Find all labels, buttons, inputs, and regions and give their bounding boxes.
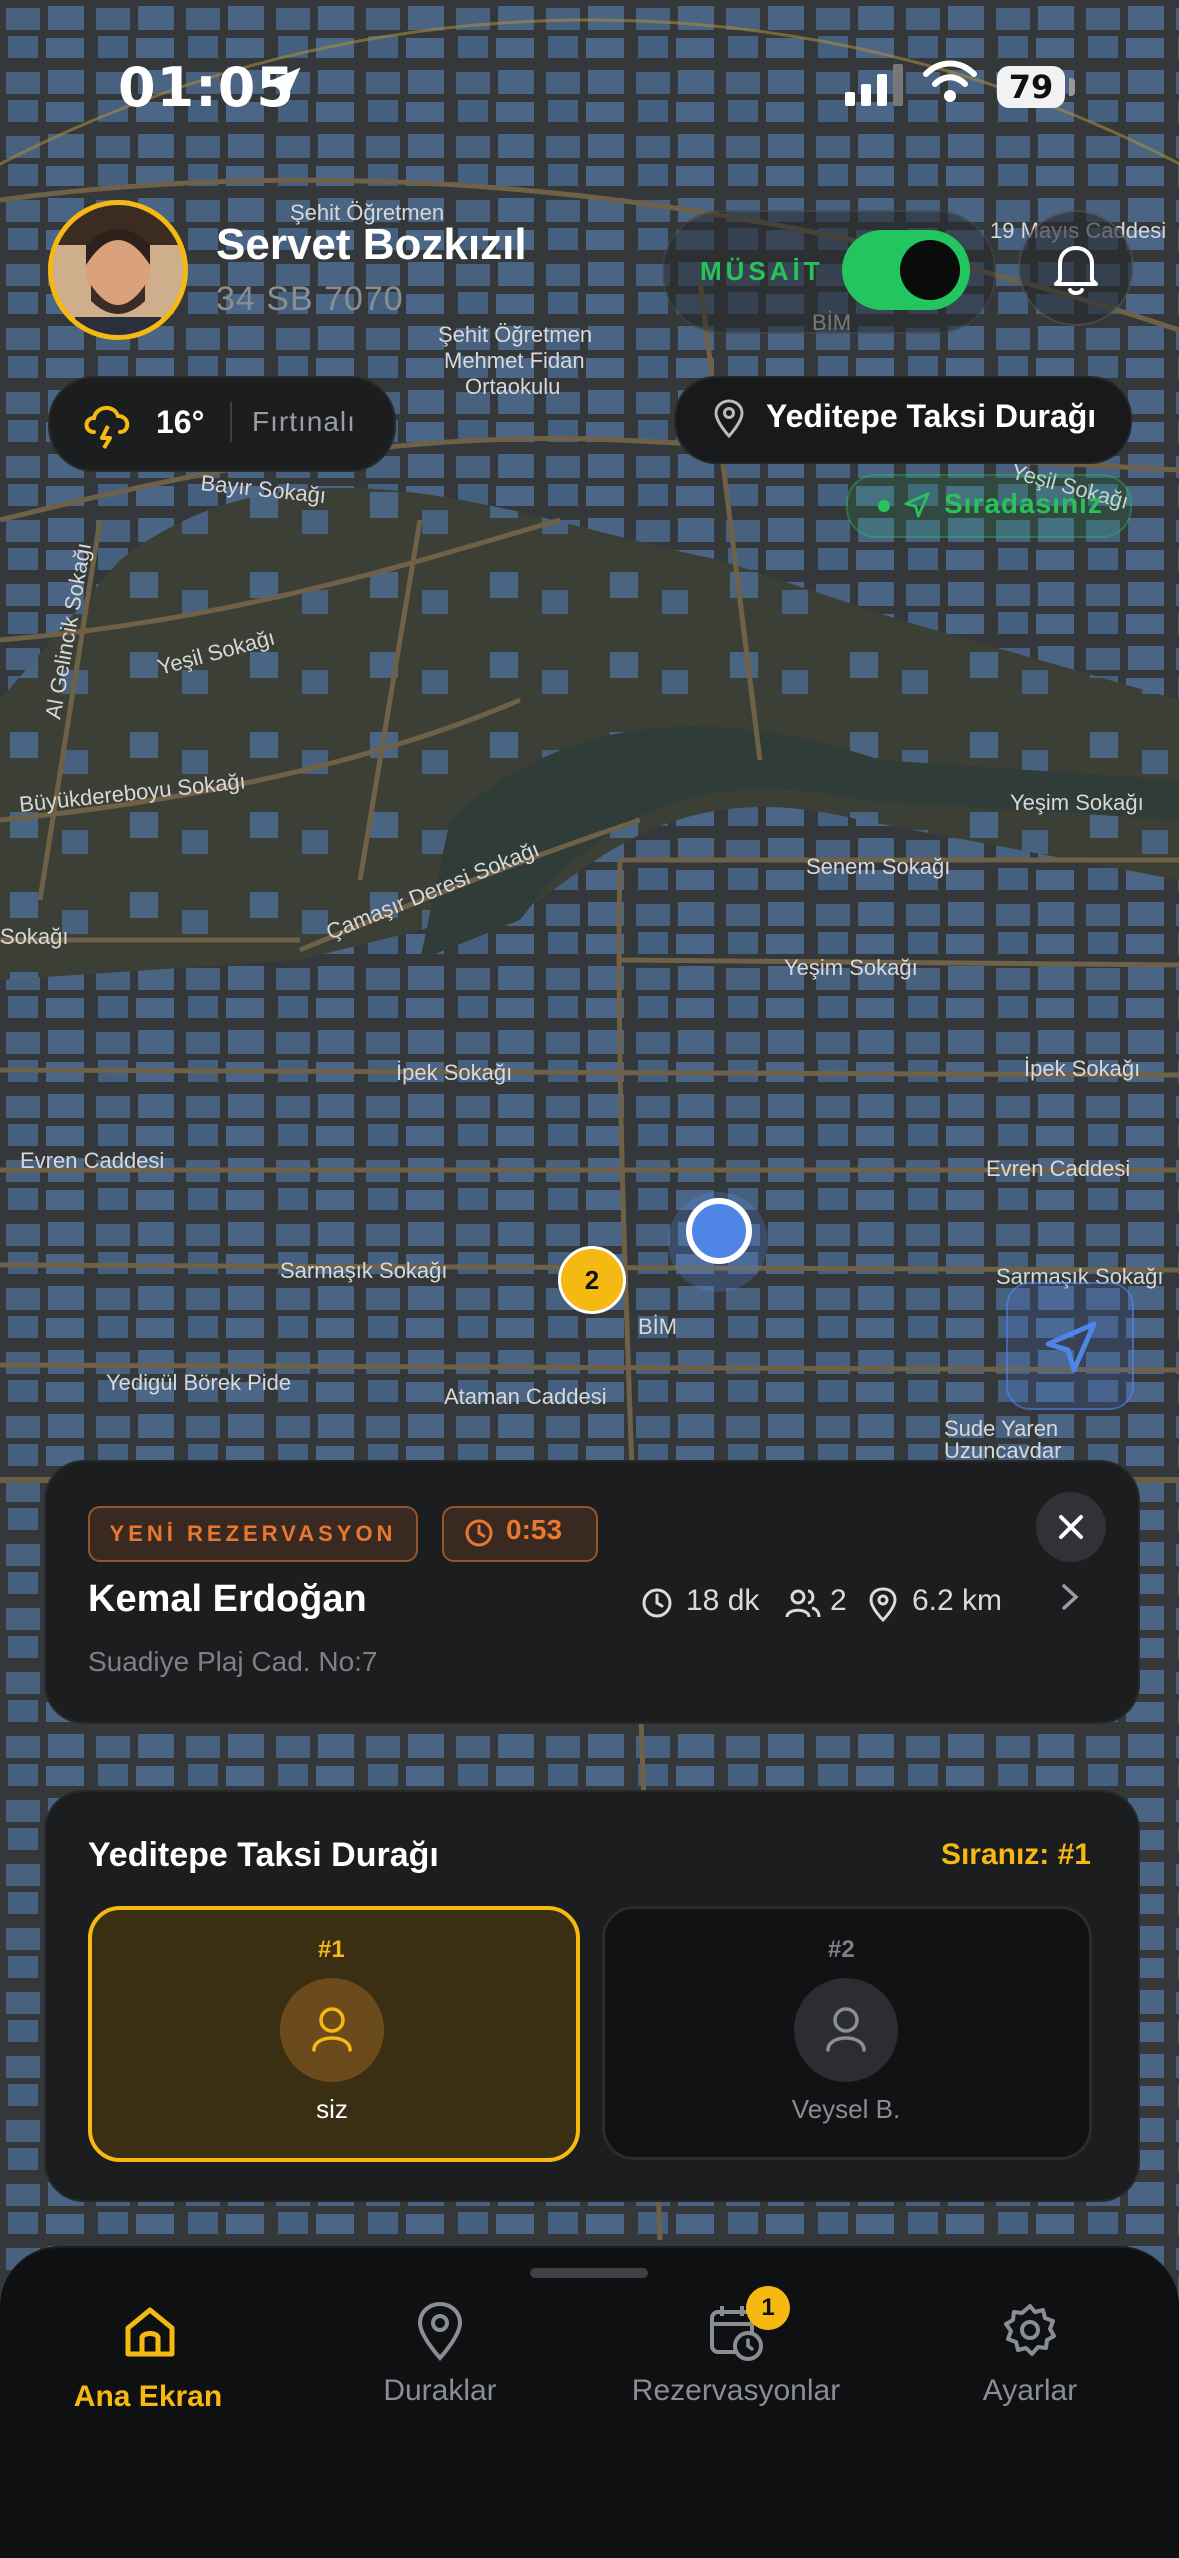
queue-slot-number: #1 <box>318 1936 345 1963</box>
map-cluster-marker[interactable]: 2 <box>558 1246 626 1314</box>
status-bar: 01:05 79 <box>0 0 1179 150</box>
pickup-address: Suadiye Plaj Cad. No:7 <box>88 1646 378 1677</box>
passengers-icon <box>785 1589 821 1618</box>
location-arrow-icon <box>267 67 301 101</box>
svg-text:Yedigül Börek Pide: Yedigül Börek Pide <box>106 1370 291 1395</box>
home-icon <box>125 2307 175 2357</box>
queue-slot-avatar <box>794 1978 898 2082</box>
weather-divider <box>230 402 232 442</box>
svg-text:Yeşim Sokağı: Yeşim Sokağı <box>784 955 918 980</box>
close-icon <box>1059 1515 1083 1539</box>
svg-text:BİM: BİM <box>638 1314 677 1339</box>
svg-text:Şehit Öğretmen: Şehit Öğretmen <box>438 322 592 347</box>
svg-text:Ataman Caddesi: Ataman Caddesi <box>444 1384 607 1409</box>
navigation-arrow-icon <box>904 492 930 518</box>
svg-text:Mehmet Fidan: Mehmet Fidan <box>444 348 585 373</box>
queue-slot-name: Veysel B. <box>791 2094 901 2124</box>
svg-text:Evren Caddesi: Evren Caddesi <box>986 1156 1130 1181</box>
chevron-right-icon[interactable] <box>1058 1580 1082 1614</box>
stand-title: Yeditepe Taksi Durağı <box>88 1836 439 1874</box>
tab-settings[interactable] <box>910 2290 1150 2450</box>
svg-text:Ortaokulu: Ortaokulu <box>465 374 560 399</box>
tab-home-label: Ana Ekran <box>73 2380 223 2413</box>
tab-home[interactable] <box>28 2290 268 2450</box>
svg-text:Sokağı: Sokağı <box>0 924 69 949</box>
battery-tip <box>1069 78 1075 96</box>
svg-text:Sarmaşık Sokağı: Sarmaşık Sokağı <box>280 1258 448 1283</box>
passenger-count: 2 <box>830 1584 847 1617</box>
dismiss-reservation-button[interactable] <box>1036 1492 1106 1562</box>
queue-slot-avatar <box>280 1978 384 2082</box>
trip-distance: 6.2 km <box>912 1584 1003 1617</box>
tab-settings-label: Ayarlar <box>982 2374 1078 2407</box>
cellular-signal-icon <box>845 64 903 106</box>
tab-reservations[interactable] <box>616 2290 856 2450</box>
person-icon <box>312 2007 352 2052</box>
trip-duration: 18 dk <box>686 1584 760 1617</box>
license-plate: 34 SB 7070 <box>216 280 404 318</box>
queue-slot-name: siz <box>316 2094 348 2124</box>
weather-temperature: 16° <box>156 404 205 440</box>
person-icon <box>826 2007 866 2052</box>
pin-icon <box>417 2301 463 2361</box>
bell-icon <box>1054 246 1098 295</box>
current-location-marker <box>686 1198 752 1264</box>
queue-slot-number: #2 <box>828 1936 855 1963</box>
tab-reservations-label: Rezervasyonlar <box>631 2374 841 2407</box>
svg-text:Evren Caddesi: Evren Caddesi <box>20 1148 164 1173</box>
wifi-icon <box>923 60 977 102</box>
location-pin-icon <box>714 399 744 438</box>
queue-status-dot <box>878 500 890 512</box>
new-reservation-tag: YENİ REZERVASYON <box>88 1506 418 1562</box>
svg-text:İpek Sokağı: İpek Sokağı <box>1024 1056 1140 1081</box>
svg-text:Yeşim Sokağı: Yeşim Sokağı <box>1010 790 1144 815</box>
clock-icon <box>642 1588 672 1618</box>
reservations-badge: 1 <box>746 2286 790 2330</box>
notifications-button[interactable] <box>1018 210 1134 326</box>
queue-status-text: Sıradasınız <box>944 488 1103 519</box>
svg-text:İpek Sokağı: İpek Sokağı <box>396 1060 512 1085</box>
svg-text:Senem Sokağı: Senem Sokağı <box>806 854 950 879</box>
tab-stations[interactable] <box>320 2290 560 2450</box>
station-name: Yeditepe Taksi Durağı <box>766 398 1097 434</box>
driver-name: Servet Bozkızıl <box>216 220 527 269</box>
gear-icon <box>1004 2304 1056 2356</box>
battery-indicator: 79 <box>997 66 1065 108</box>
toggle-knob <box>900 240 960 300</box>
clock-icon <box>465 1519 493 1547</box>
availability-label: MÜSAİT <box>700 256 824 286</box>
navigation-arrow-icon <box>1045 1321 1097 1373</box>
driver-avatar[interactable] <box>48 200 188 340</box>
person-photo-icon <box>53 205 183 335</box>
countdown-value: 0:53 <box>506 1514 563 1545</box>
recenter-button[interactable] <box>1006 1282 1134 1410</box>
customer-name: Kemal Erdoğan <box>88 1578 367 1620</box>
storm-icon <box>84 406 130 450</box>
location-pin-icon <box>869 1587 897 1622</box>
tab-stations-label: Duraklar <box>383 2374 497 2407</box>
stand-rank: Sıranız: #1 <box>940 1838 1091 1871</box>
weather-condition: Fırtınalı <box>252 406 356 437</box>
sheet-grabber[interactable] <box>530 2268 648 2278</box>
